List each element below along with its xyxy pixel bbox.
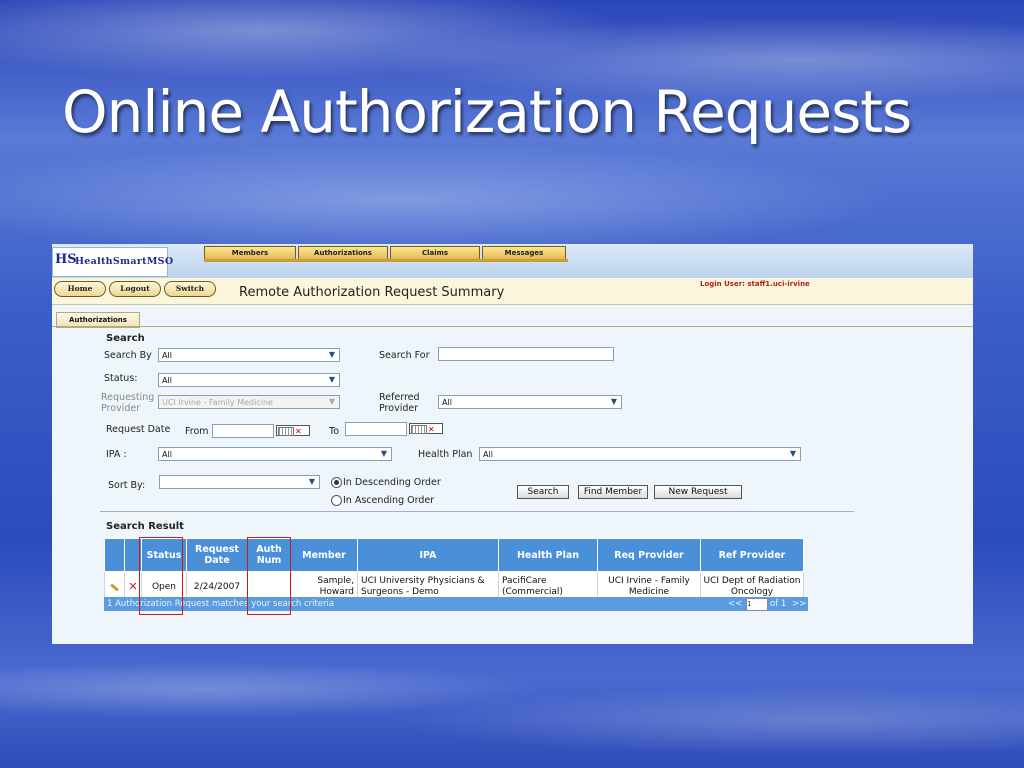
status-select[interactable]: All ▼ bbox=[158, 373, 340, 387]
chevron-down-icon: ▼ bbox=[328, 397, 336, 406]
order-descending-radio[interactable] bbox=[331, 477, 342, 488]
request-date-label: Request Date bbox=[106, 424, 171, 435]
col-request-date[interactable]: Request Date bbox=[186, 538, 248, 572]
search-by-select[interactable]: All ▼ bbox=[158, 348, 340, 362]
from-date-input[interactable] bbox=[212, 424, 274, 438]
search-for-label: Search For bbox=[379, 350, 430, 361]
delete-x-icon[interactable]: ✕ bbox=[128, 580, 137, 593]
health-plan-select[interactable]: All ▼ bbox=[479, 447, 801, 461]
requesting-provider-value: UCI Irvine - Family Medicine bbox=[162, 398, 273, 407]
health-plan-value: All bbox=[483, 450, 493, 459]
status-label: Status: bbox=[104, 373, 138, 384]
col-ref-provider[interactable]: Ref Provider bbox=[700, 538, 804, 572]
calendar-icon bbox=[278, 427, 294, 436]
col-edit bbox=[104, 538, 125, 572]
chevron-down-icon: ▼ bbox=[328, 375, 336, 384]
chevron-down-icon: ▼ bbox=[308, 477, 316, 486]
pager-next[interactable]: >> bbox=[792, 597, 806, 611]
order-ascending-label: In Ascending Order bbox=[343, 495, 435, 506]
clear-date-icon: ✕ bbox=[428, 425, 435, 434]
search-heading: Search bbox=[106, 333, 145, 344]
switch-button[interactable]: Switch bbox=[164, 281, 216, 297]
pencil-icon[interactable] bbox=[110, 582, 119, 592]
home-button[interactable]: Home bbox=[54, 281, 106, 297]
logout-button[interactable]: Logout bbox=[109, 281, 161, 297]
results-footer: 1 Authorization Request matches your sea… bbox=[104, 597, 808, 611]
clear-date-icon: ✕ bbox=[295, 427, 302, 436]
logo: HS HealthSmartMSO bbox=[52, 247, 173, 277]
pager-page-input[interactable]: 1 bbox=[746, 598, 768, 611]
order-descending-label: In Descending Order bbox=[343, 477, 441, 488]
col-req-provider[interactable]: Req Provider bbox=[597, 538, 701, 572]
results-table: Status Request Date Auth Num Member IPA … bbox=[104, 538, 804, 603]
pager-of-text: of 1 bbox=[770, 599, 787, 609]
to-date-input[interactable] bbox=[345, 422, 407, 436]
col-health-plan[interactable]: Health Plan bbox=[498, 538, 598, 572]
new-request-button[interactable]: New Request bbox=[654, 485, 742, 499]
search-button[interactable]: Search bbox=[517, 485, 569, 499]
search-by-label: Search By bbox=[104, 350, 152, 361]
col-ipa[interactable]: IPA bbox=[357, 538, 499, 572]
calendar-icon bbox=[411, 425, 427, 434]
pager-prev[interactable]: << bbox=[728, 597, 742, 611]
chevron-down-icon: ▼ bbox=[380, 449, 388, 458]
ipa-value: All bbox=[162, 450, 172, 459]
status-value: All bbox=[162, 376, 172, 385]
order-ascending-radio[interactable] bbox=[331, 495, 342, 506]
to-label: To bbox=[329, 426, 340, 437]
logo-mark: HS bbox=[55, 252, 77, 267]
ipa-label: IPA : bbox=[106, 449, 127, 460]
chevron-down-icon: ▼ bbox=[328, 350, 336, 359]
status-highlight-box bbox=[139, 537, 183, 615]
to-date-calendar[interactable]: ✕ bbox=[409, 423, 443, 434]
chevron-down-icon: ▼ bbox=[789, 449, 797, 458]
slide-title: Online Authorization Requests bbox=[62, 78, 912, 146]
health-plan-label: Health Plan bbox=[418, 449, 473, 460]
referred-provider-value: All bbox=[442, 398, 452, 407]
search-result-heading: Search Result bbox=[106, 521, 184, 532]
referred-provider-label: Referred Provider bbox=[379, 392, 420, 414]
nav-strip bbox=[204, 259, 568, 262]
chevron-down-icon: ▼ bbox=[610, 397, 618, 406]
auth-num-highlight-box bbox=[247, 537, 291, 615]
login-user: Login User: staff1.uci-irvine bbox=[700, 280, 810, 288]
page-title: Remote Authorization Request Summary bbox=[239, 285, 505, 300]
sort-by-select[interactable]: ▼ bbox=[159, 475, 320, 489]
logo-text: HealthSmartMSO bbox=[75, 256, 174, 267]
sort-by-label: Sort By: bbox=[108, 480, 146, 491]
search-by-value: All bbox=[162, 351, 172, 360]
referred-provider-select[interactable]: All ▼ bbox=[438, 395, 622, 409]
requesting-provider-label: Requesting Provider bbox=[101, 392, 155, 414]
app-screenshot: HS HealthSmartMSO Members Authorizations… bbox=[52, 244, 973, 644]
subtab-divider bbox=[52, 326, 973, 327]
from-label: From bbox=[185, 426, 209, 437]
ipa-select[interactable]: All ▼ bbox=[158, 447, 392, 461]
section-divider bbox=[100, 511, 854, 512]
top-bar: HS HealthSmartMSO Members Authorizations… bbox=[52, 244, 973, 278]
search-for-input[interactable] bbox=[438, 347, 614, 361]
requesting-provider-select: UCI Irvine - Family Medicine ▼ bbox=[158, 395, 340, 409]
find-member-button[interactable]: Find Member bbox=[578, 485, 648, 499]
col-member[interactable]: Member bbox=[290, 538, 358, 572]
from-date-calendar[interactable]: ✕ bbox=[276, 425, 310, 436]
table-header-row: Status Request Date Auth Num Member IPA … bbox=[104, 538, 804, 572]
action-bar: Home Logout Switch Remote Authorization … bbox=[52, 278, 973, 305]
